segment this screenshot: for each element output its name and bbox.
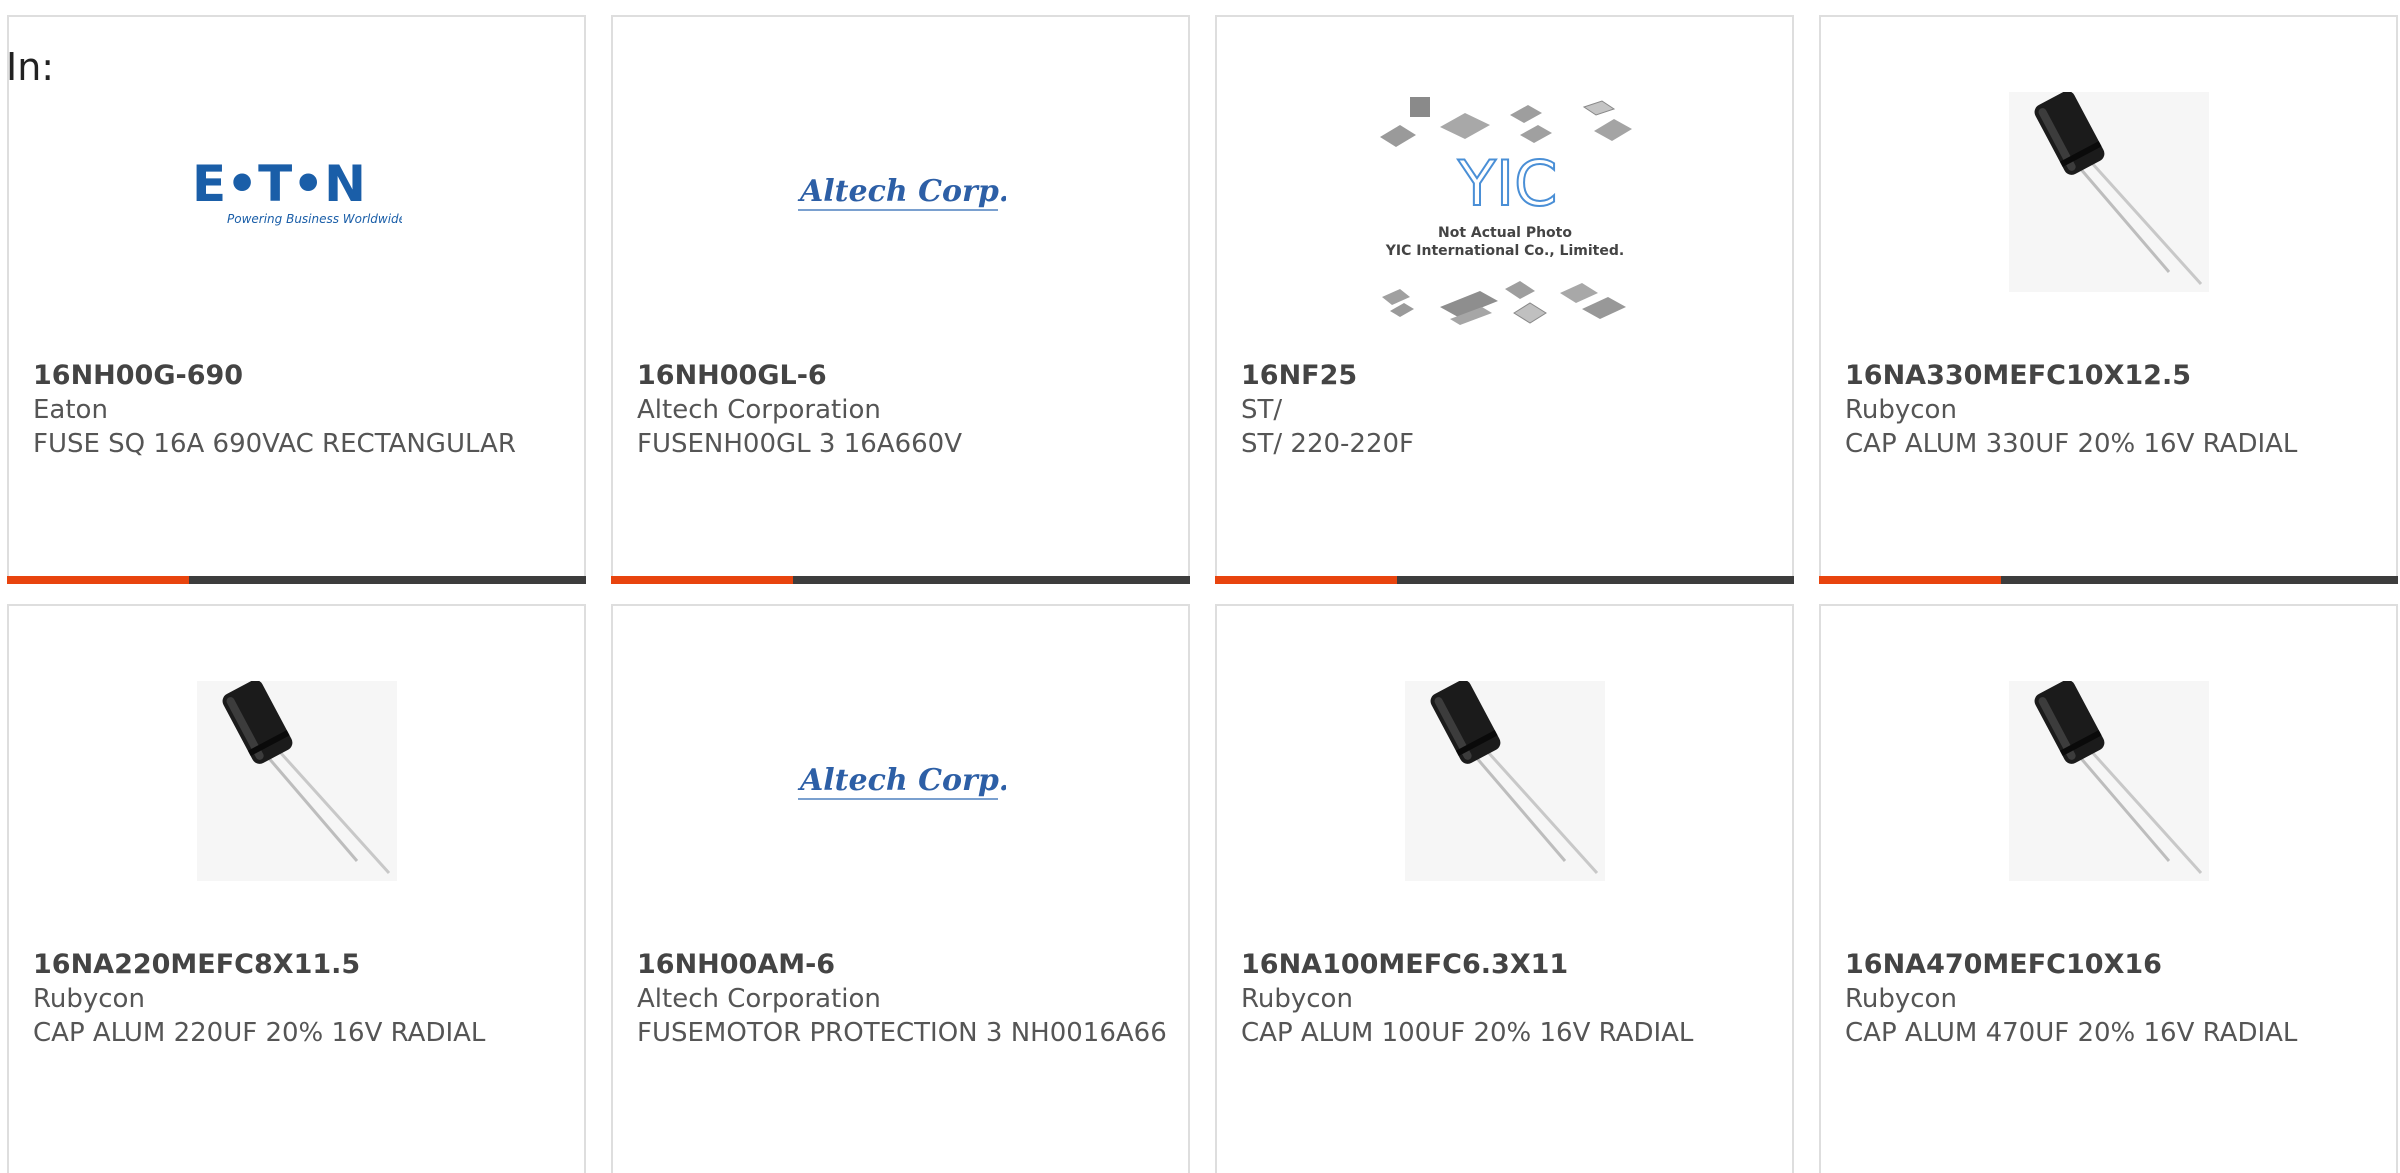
product-card[interactable]: Altech Corp. 16NH00AM-6 Altech Corporati… [611, 604, 1190, 1173]
manufacturer: Rubycon [1241, 984, 1353, 1014]
description: CAP ALUM 470UF 20% 16V RADIAL [1845, 1018, 2298, 1048]
product-image: Altech Corp. [613, 72, 1188, 312]
svg-text:Altech Corp.: Altech Corp. [797, 763, 1006, 798]
manufacturer: Altech Corporation [637, 395, 881, 425]
card-bar-accent [7, 576, 189, 584]
part-number[interactable]: 16NH00G-690 [33, 359, 564, 393]
product-image [1217, 661, 1792, 901]
description: ST/ 220-220F [1241, 429, 1414, 459]
product-image: Altech Corp. [613, 661, 1188, 901]
product-grid: E•T•N Powering Business Worldwide 16NH00… [7, 15, 2398, 1173]
product-card[interactable]: Altech Corp. 16NH00GL-6 Altech Corporati… [611, 15, 1190, 584]
card-bar [611, 576, 1190, 584]
description: FUSE SQ 16A 690VAC RECTANGULAR [33, 429, 516, 459]
card-bar [1819, 576, 2398, 584]
part-number[interactable]: 16NH00GL-6 [637, 359, 1168, 393]
manufacturer: Eaton [33, 395, 108, 425]
product-card[interactable]: 16NA470MEFC10X16 Rubycon CAP ALUM 470UF … [1819, 604, 2398, 1173]
manufacturer: Altech Corporation [637, 984, 881, 1014]
svg-text:Powering Business Worldwide: Powering Business Worldwide [227, 212, 402, 226]
description: CAP ALUM 330UF 20% 16V RADIAL [1845, 429, 2298, 459]
product-image: E•T•N Powering Business Worldwide [9, 72, 584, 312]
intro-label: In: [6, 45, 55, 89]
chip-placeholder-icon: YIC Not Actual Photo YIC International C… [1379, 97, 1632, 325]
product-image [1821, 661, 2396, 901]
manufacturer: Rubycon [1845, 984, 1957, 1014]
manufacturer: ST/ [1241, 395, 1283, 425]
card-bar-accent [1819, 576, 2001, 584]
product-card[interactable]: 16NA220MEFC8X11.5 Rubycon CAP ALUM 220UF… [7, 604, 586, 1173]
altech-logo: Altech Corp. [797, 763, 1006, 800]
svg-text:Not Actual Photo: Not Actual Photo [1438, 225, 1572, 241]
product-image [9, 661, 584, 901]
capacitor-icon [1404, 681, 1605, 881]
description: CAP ALUM 220UF 20% 16V RADIAL [33, 1018, 486, 1048]
manufacturer: Rubycon [1845, 395, 1957, 425]
part-number[interactable]: 16NA100MEFC6.3X11 [1241, 948, 1772, 982]
card-bar [7, 576, 586, 584]
svg-text:YIC International Co., Limited: YIC International Co., Limited. [1384, 243, 1623, 259]
part-number[interactable]: 16NA330MEFC10X12.5 [1845, 359, 2376, 393]
part-number[interactable]: 16NF25 [1241, 359, 1772, 393]
product-card[interactable]: E•T•N Powering Business Worldwide 16NH00… [7, 15, 586, 584]
eaton-logo: E•T•N Powering Business Worldwide [192, 157, 402, 226]
part-number[interactable]: 16NH00AM-6 [637, 948, 1168, 982]
svg-text:E•T•N: E•T•N [192, 157, 366, 213]
card-bar-accent [611, 576, 793, 584]
product-card[interactable]: 16NA100MEFC6.3X11 Rubycon CAP ALUM 100UF… [1215, 604, 1794, 1173]
card-bar-accent [1215, 576, 1397, 584]
product-card[interactable]: 16NA330MEFC10X12.5 Rubycon CAP ALUM 330U… [1819, 15, 2398, 584]
manufacturer: Rubycon [33, 984, 145, 1014]
description: FUSEMOTOR PROTECTION 3 NH0016A66 [637, 1018, 1167, 1048]
product-image: YIC Not Actual Photo YIC International C… [1217, 97, 1792, 347]
part-number[interactable]: 16NA220MEFC8X11.5 [33, 948, 564, 982]
svg-text:Altech Corp.: Altech Corp. [797, 174, 1006, 209]
altech-logo: Altech Corp. [797, 174, 1006, 211]
product-image [1821, 72, 2396, 312]
product-card[interactable]: YIC Not Actual Photo YIC International C… [1215, 15, 1794, 584]
description: CAP ALUM 100UF 20% 16V RADIAL [1241, 1018, 1694, 1048]
svg-text:YIC: YIC [1457, 147, 1557, 220]
capacitor-icon [2008, 92, 2209, 292]
card-bar [1215, 576, 1794, 584]
description: FUSENH00GL 3 16A660V [637, 429, 962, 459]
capacitor-icon [2008, 681, 2209, 881]
capacitor-icon [196, 681, 397, 881]
part-number[interactable]: 16NA470MEFC10X16 [1845, 948, 2376, 982]
